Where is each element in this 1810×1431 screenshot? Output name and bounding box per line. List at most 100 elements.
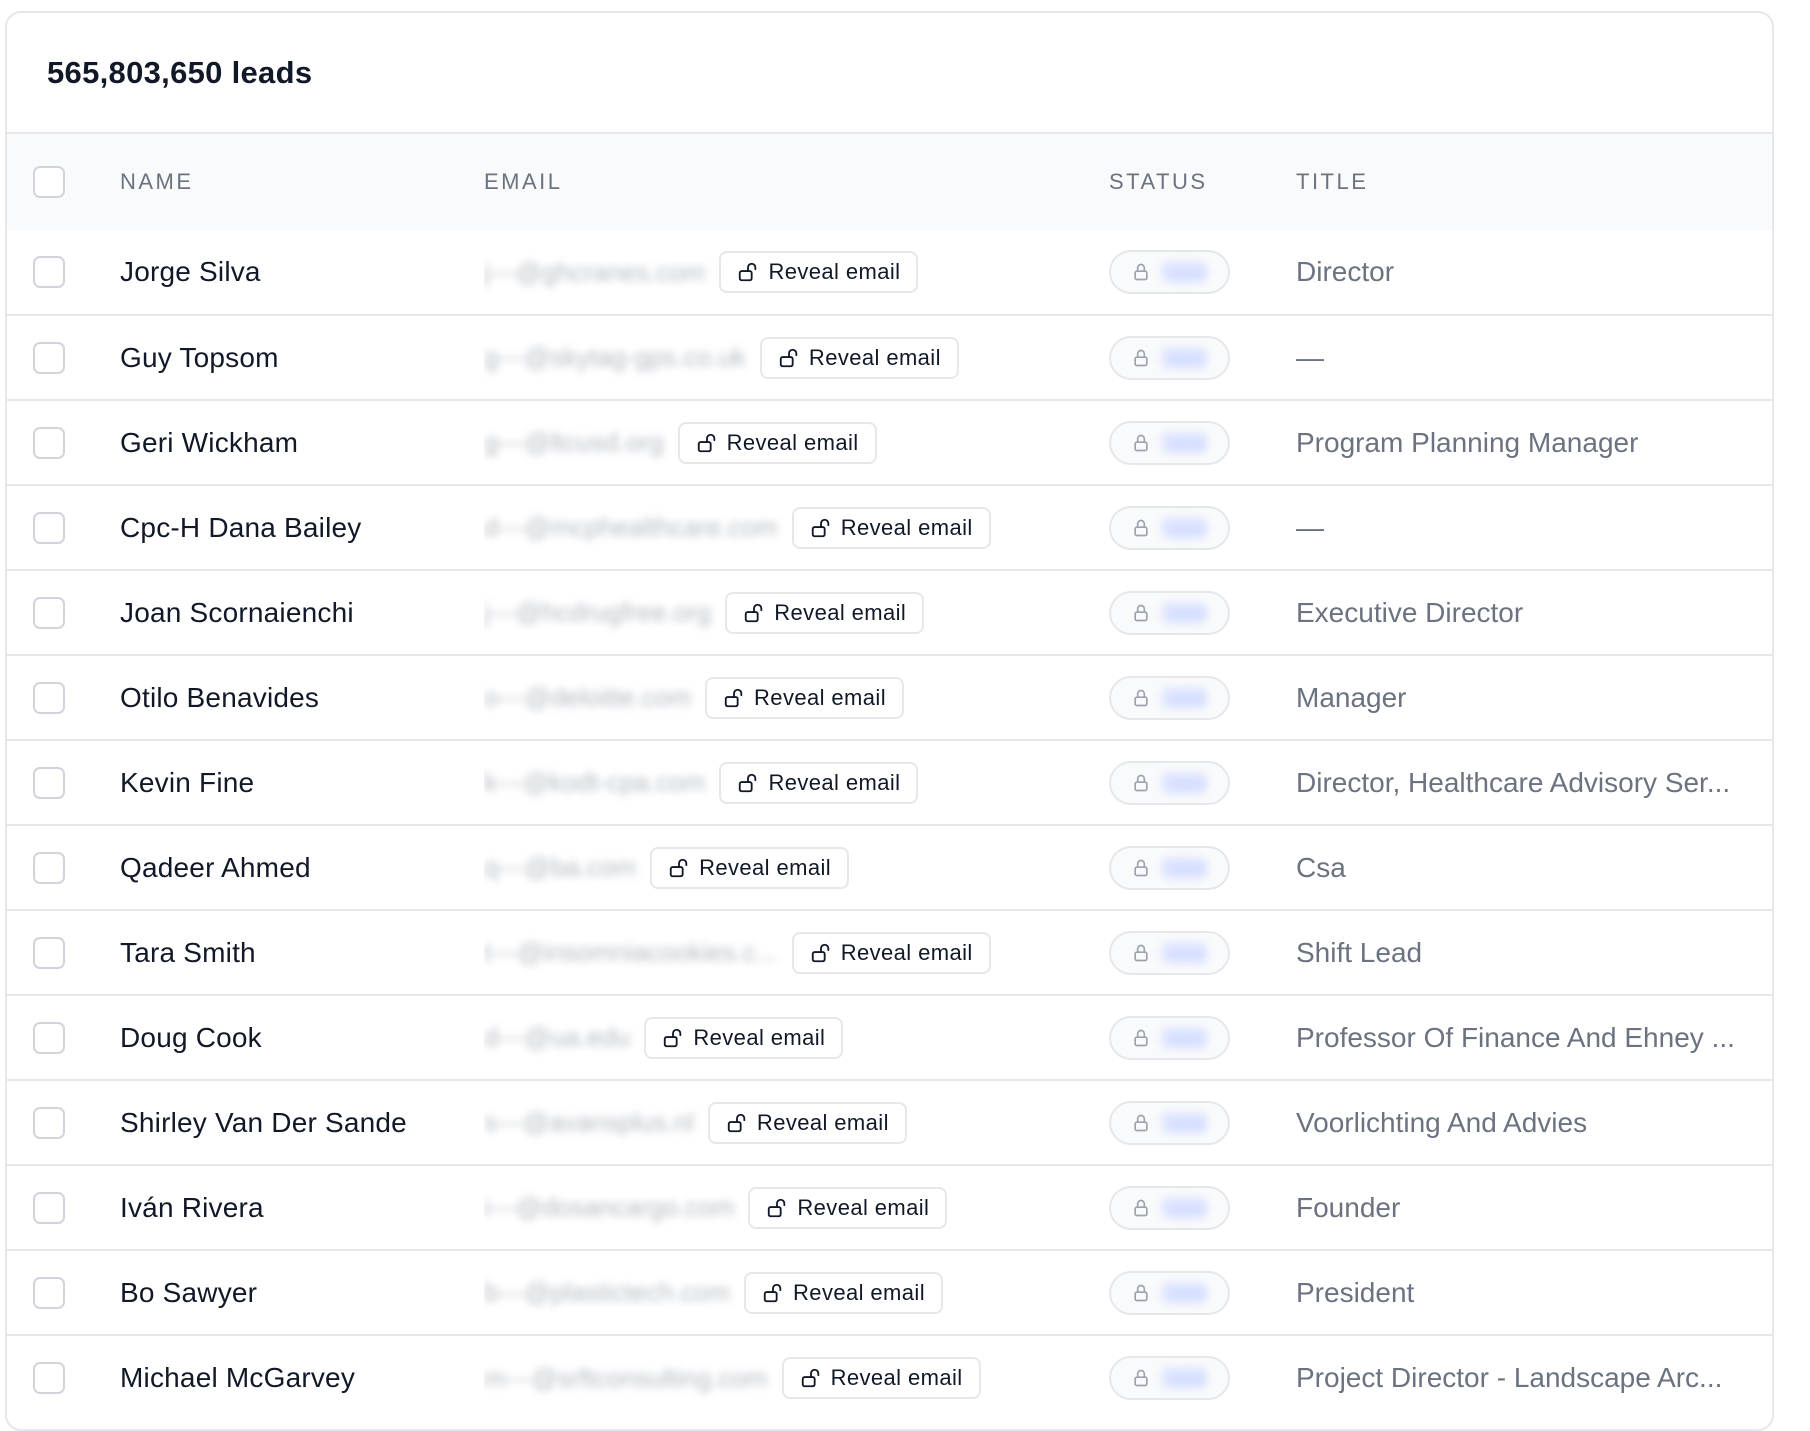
row-checkbox[interactable] — [33, 766, 65, 799]
lead-name[interactable]: Tara Smith — [120, 937, 256, 968]
status-badge: Valid — [1109, 590, 1230, 635]
reveal-email-label: Reveal email — [793, 1279, 925, 1305]
table-row[interactable]: Qadeer Ahmed q---@ba.com Reveal email Va… — [7, 825, 1772, 910]
reveal-email-button[interactable]: Reveal email — [759, 336, 959, 379]
table-row[interactable]: Tara Smith t---@insomniacookies.c... Rev… — [7, 910, 1772, 995]
reveal-email-button[interactable]: Reveal email — [677, 421, 877, 464]
title-cell: Executive Director — [1296, 570, 1772, 655]
lead-name[interactable]: Cpc-H Dana Bailey — [120, 512, 362, 543]
reveal-email-button[interactable]: Reveal email — [744, 1271, 943, 1314]
row-checkbox[interactable] — [33, 256, 65, 288]
masked-email: s---@avansplus.nl — [484, 1107, 694, 1137]
column-header-status[interactable]: STATUS — [1109, 134, 1296, 230]
email-cell: q---@ba.com Reveal email — [484, 825, 1109, 910]
email-cell: m---@srftconsulting.com Reveal email — [484, 1335, 1109, 1420]
row-checkbox[interactable] — [33, 681, 65, 714]
row-checkbox-cell — [7, 315, 120, 400]
table-row[interactable]: Kevin Fine k---@kodt-cpa.com Reveal emai… — [7, 740, 1772, 825]
table-row[interactable]: Cpc-H Dana Bailey d---@mcphealthcare.com… — [7, 485, 1772, 570]
reveal-email-button[interactable]: Reveal email — [650, 846, 850, 889]
lead-name[interactable]: Iván Rivera — [120, 1192, 264, 1223]
lead-name[interactable]: Qadeer Ahmed — [120, 852, 311, 883]
column-header-email[interactable]: EMAIL — [484, 134, 1109, 230]
lead-name[interactable]: Geri Wickham — [120, 427, 298, 458]
email-wrap: s---@avansplus.nl Reveal email — [484, 1101, 1109, 1144]
email-wrap: o---@deloitte.com Reveal email — [484, 676, 1109, 719]
row-checkbox[interactable] — [33, 1276, 65, 1309]
email-cell: g---@skytag-gps.co.uk Reveal email — [484, 315, 1109, 400]
reveal-email-button[interactable]: Reveal email — [705, 676, 904, 719]
masked-email: m---@srftconsulting.com — [484, 1362, 768, 1393]
table-row[interactable]: Geri Wickham g---@ltcusd.org Reveal emai… — [7, 400, 1772, 485]
email-wrap: m---@srftconsulting.com Reveal email — [484, 1357, 1109, 1399]
status-cell: Valid — [1109, 315, 1296, 400]
reveal-email-button[interactable]: Reveal email — [719, 251, 919, 293]
reveal-email-label: Reveal email — [768, 769, 901, 795]
row-checkbox[interactable] — [33, 936, 65, 969]
reveal-email-button[interactable]: Reveal email — [707, 1101, 907, 1144]
table-row[interactable]: Jorge Silva j---@ghcranes.com Reveal ema… — [7, 230, 1772, 315]
row-checkbox[interactable] — [33, 1106, 65, 1139]
reveal-email-button[interactable]: Reveal email — [791, 931, 991, 974]
table-row[interactable]: Bo Sawyer b---@plastictech.com Reveal em… — [7, 1250, 1772, 1335]
select-all-checkbox[interactable] — [33, 166, 65, 198]
row-checkbox[interactable] — [33, 1191, 65, 1224]
reveal-email-label: Reveal email — [756, 1109, 889, 1135]
unlock-icon — [697, 433, 715, 452]
status-badge: Valid — [1109, 505, 1230, 550]
column-header-title[interactable]: TITLE — [1296, 134, 1772, 230]
status-cell: Valid — [1109, 1250, 1296, 1335]
table-row[interactable]: Doug Cook d---@ua.edu Reveal email Valid… — [7, 995, 1772, 1080]
name-cell: Guy Topsom — [120, 315, 484, 400]
reveal-email-button[interactable]: Reveal email — [748, 1186, 948, 1229]
lead-name[interactable]: Jorge Silva — [120, 256, 261, 287]
lead-name[interactable]: Guy Topsom — [120, 342, 279, 373]
unlock-icon — [739, 262, 757, 282]
lead-title: Founder — [1296, 1191, 1401, 1223]
lead-name[interactable]: Joan Scornaienchi — [120, 597, 354, 628]
row-checkbox[interactable] — [33, 596, 65, 629]
reveal-email-button[interactable]: Reveal email — [781, 1357, 981, 1399]
reveal-email-button[interactable]: Reveal email — [644, 1016, 844, 1059]
row-checkbox[interactable] — [33, 426, 65, 459]
row-checkbox[interactable] — [33, 851, 65, 884]
reveal-email-button[interactable]: Reveal email — [725, 591, 925, 634]
title-cell: Csa — [1296, 825, 1772, 910]
table-row[interactable]: Iván Rivera i---@dosancargo.com Reveal e… — [7, 1165, 1772, 1250]
row-checkbox[interactable] — [33, 1021, 65, 1054]
lead-name[interactable]: Shirley Van Der Sande — [120, 1107, 407, 1138]
masked-status: Valid — [1161, 261, 1207, 283]
row-checkbox[interactable] — [33, 341, 65, 374]
email-wrap: q---@ba.com Reveal email — [484, 846, 1109, 889]
reveal-email-label: Reveal email — [754, 684, 886, 710]
lock-icon — [1134, 1369, 1148, 1387]
lead-name[interactable]: Bo Sawyer — [120, 1277, 257, 1308]
email-cell: g---@ltcusd.org Reveal email — [484, 400, 1109, 485]
status-badge: Valid — [1109, 930, 1230, 975]
reveal-email-button[interactable]: Reveal email — [791, 506, 991, 549]
row-checkbox-cell — [7, 995, 120, 1080]
lead-name[interactable]: Otilo Benavides — [120, 682, 319, 713]
row-checkbox[interactable] — [33, 1362, 65, 1394]
row-checkbox-cell — [7, 740, 120, 825]
lead-name[interactable]: Michael McGarvey — [120, 1362, 355, 1393]
table-row[interactable]: Guy Topsom g---@skytag-gps.co.uk Reveal … — [7, 315, 1772, 400]
reveal-email-button[interactable]: Reveal email — [719, 761, 919, 804]
status-badge: Valid — [1109, 1100, 1230, 1145]
status-badge: Valid — [1109, 250, 1230, 294]
table-row[interactable]: Shirley Van Der Sande s---@avansplus.nl … — [7, 1080, 1772, 1165]
name-cell: Jorge Silva — [120, 230, 484, 315]
table-row[interactable]: Otilo Benavides o---@deloitte.com Reveal… — [7, 655, 1772, 740]
table-row[interactable]: Joan Scornaienchi j---@hcdrugfree.org Re… — [7, 570, 1772, 655]
name-cell: Michael McGarvey — [120, 1335, 484, 1420]
email-wrap: j---@hcdrugfree.org Reveal email — [484, 591, 1109, 634]
lead-name[interactable]: Doug Cook — [120, 1022, 262, 1053]
lead-count: 565,803,650 leads — [47, 54, 313, 90]
lead-title: Project Director - Landscape Arc... — [1296, 1362, 1723, 1393]
email-cell: o---@deloitte.com Reveal email — [484, 655, 1109, 740]
column-header-name[interactable]: NAME — [120, 134, 484, 230]
row-checkbox[interactable] — [33, 511, 65, 544]
row-checkbox-cell — [7, 655, 120, 740]
table-row[interactable]: Michael McGarvey m---@srftconsulting.com… — [7, 1335, 1772, 1420]
lead-name[interactable]: Kevin Fine — [120, 767, 254, 798]
